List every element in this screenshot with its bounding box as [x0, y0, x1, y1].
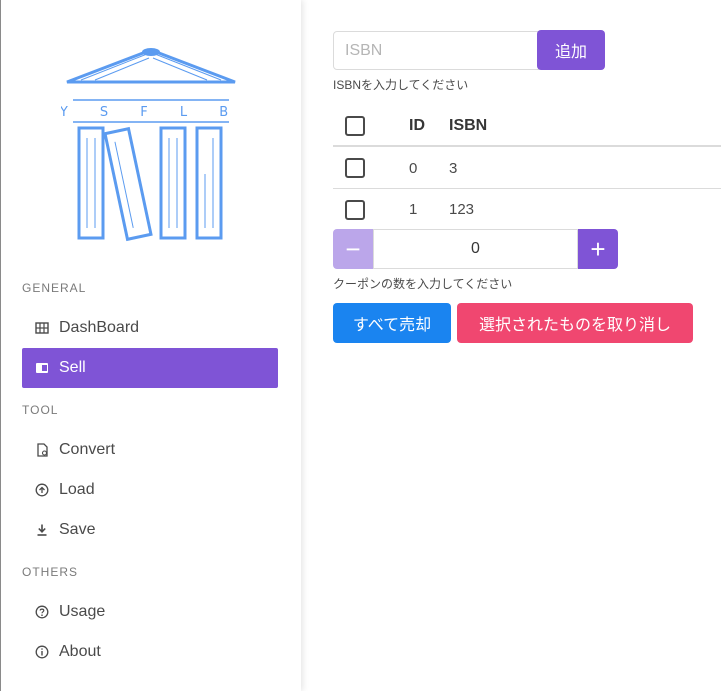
sidebar-item-label: Convert: [59, 441, 116, 458]
coupon-help-text: クーポンの数を入力してください: [333, 277, 513, 291]
app: Y S F L B GENERAL DashBoard Sell TOOL Co…: [0, 0, 721, 691]
increment-button[interactable]: +: [578, 229, 618, 269]
sidebar-item-sell[interactable]: Sell: [22, 348, 278, 388]
svg-text:Y S F L B: Y S F L B: [61, 105, 241, 120]
sidebar-item-dashboard[interactable]: DashBoard: [22, 308, 278, 348]
sidebar-item-label: Save: [59, 521, 96, 538]
coupon-stepper: − 0 +: [333, 229, 618, 269]
table-row: 1 123: [333, 189, 721, 230]
sidebar-item-usage[interactable]: Usage: [22, 592, 278, 632]
row-checkbox[interactable]: [345, 199, 365, 220]
sidebar-item-about[interactable]: About: [22, 632, 278, 672]
cell-isbn: 123: [449, 201, 475, 218]
download-icon: [35, 523, 49, 537]
upload-icon: [35, 483, 49, 497]
dashboard-icon: [35, 321, 49, 335]
cancel-selected-button[interactable]: 選択されたものを取り消し: [457, 303, 693, 343]
table-row: 0 3: [333, 148, 721, 189]
column-header-isbn: ISBN: [449, 116, 488, 134]
decrement-button[interactable]: −: [333, 229, 373, 269]
isbn-help-text: ISBNを入力してください: [333, 78, 469, 92]
sidebar-item-load[interactable]: Load: [22, 470, 278, 510]
help-icon: [35, 605, 49, 619]
sidebar-item-label: DashBoard: [59, 319, 140, 336]
isbn-input[interactable]: [333, 31, 539, 70]
sidebar-item-convert[interactable]: Convert: [22, 430, 278, 470]
row-checkbox[interactable]: [345, 158, 365, 178]
sidebar-item-save[interactable]: Save: [22, 510, 278, 550]
cell-id: 1: [409, 201, 418, 218]
coupon-count-field[interactable]: 0: [373, 229, 578, 269]
sell-all-button[interactable]: すべて売却: [333, 303, 451, 343]
table-header: ID ISBN: [333, 106, 721, 147]
add-button[interactable]: 追加: [537, 30, 605, 70]
sidebar-item-label: Usage: [59, 603, 106, 620]
sidebar-item-label: Sell: [59, 359, 86, 376]
menu-label-tool: TOOL: [22, 403, 59, 417]
sidebar: Y S F L B GENERAL DashBoard Sell TOOL Co…: [0, 0, 301, 691]
cell-isbn: 3: [449, 159, 458, 177]
sidebar-item-label: About: [59, 643, 101, 660]
file-convert-icon: [35, 443, 49, 457]
select-all-checkbox[interactable]: [345, 115, 365, 136]
cell-id: 0: [409, 159, 418, 177]
main-content: 追加 ISBNを入力してください ID ISBN 0 3 1 123 − 0 +…: [301, 0, 721, 691]
menu-label-general: GENERAL: [22, 281, 87, 295]
column-header-id: ID: [409, 116, 425, 134]
book-icon: [35, 361, 49, 375]
app-logo: Y S F L B: [59, 44, 241, 244]
menu-label-others: OTHERS: [22, 565, 79, 579]
info-icon: [35, 645, 49, 659]
sidebar-item-label: Load: [59, 481, 95, 498]
